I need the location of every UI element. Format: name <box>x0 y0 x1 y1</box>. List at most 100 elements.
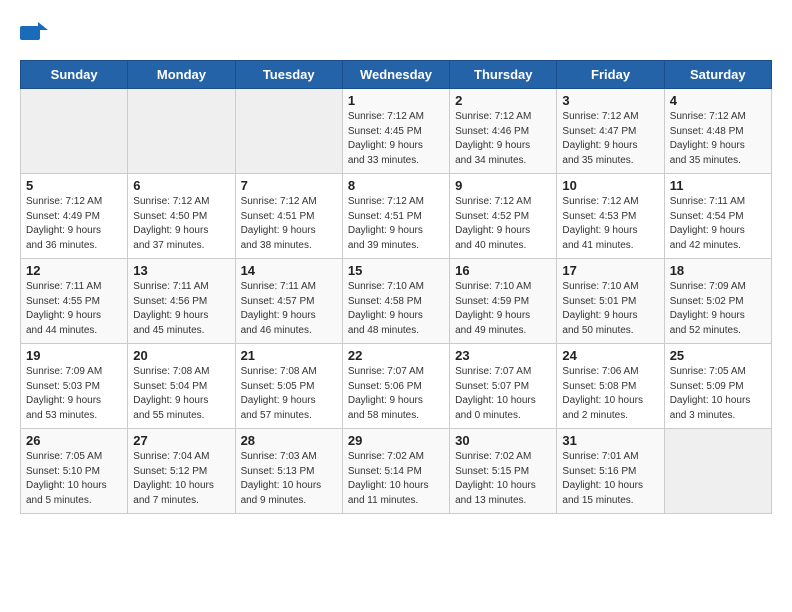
day-number: 18 <box>670 263 766 278</box>
day-info: Sunrise: 7:09 AM Sunset: 5:02 PM Dayligh… <box>670 280 766 338</box>
calendar-cell: 22 Sunrise: 7:07 AM Sunset: 5:06 PM Dayli… <box>342 344 449 429</box>
calendar-cell: 6 Sunrise: 7:12 AM Sunset: 4:50 PM Daylig… <box>128 174 235 259</box>
day-number: 3 <box>562 93 658 108</box>
day-info: Sunrise: 7:11 AM Sunset: 4:55 PM Dayligh… <box>26 280 122 338</box>
day-info: Sunrise: 7:10 AM Sunset: 5:01 PM Dayligh… <box>562 280 658 338</box>
day-number: 16 <box>455 263 551 278</box>
calendar-cell: 8Sunrise: 7:12 AM Sunset: 4:51 PM Daylig… <box>342 174 449 259</box>
day-number: 31 <box>562 433 658 448</box>
calendar-cell: 26 Sunrise: 7:05 AM Sunset: 5:10 PM Dayli… <box>21 429 128 514</box>
day-info: Sunrise: 7:12 AM Sunset: 4:49 PM Dayligh… <box>26 195 122 253</box>
day-info: Sunrise: 7:12 AM Sunset: 4:52 PM Dayligh… <box>455 195 551 253</box>
day-info: Sunrise: 7:03 AM Sunset: 5:13 PM Dayligh… <box>241 450 337 508</box>
calendar-cell <box>664 429 771 514</box>
calendar-cell: 31 Sunrise: 7:01 AM Sunset: 5:16 PM Dayli… <box>557 429 664 514</box>
day-number: 20 <box>133 348 229 363</box>
day-info: Sunrise: 7:12 AM Sunset: 4:51 PM Dayligh… <box>241 195 337 253</box>
calendar-week-row: 19Sunrise: 7:09 AM Sunset: 5:03 PM Dayli… <box>21 344 772 429</box>
day-info: Sunrise: 7:01 AM Sunset: 5:16 PM Dayligh… <box>562 450 658 508</box>
calendar-cell: 27 Sunrise: 7:04 AM Sunset: 5:12 PM Dayli… <box>128 429 235 514</box>
day-number: 17 <box>562 263 658 278</box>
day-number: 11 <box>670 178 766 193</box>
calendar-cell: 9 Sunrise: 7:12 AM Sunset: 4:52 PM Daylig… <box>450 174 557 259</box>
day-number: 7 <box>241 178 337 193</box>
day-info: Sunrise: 7:10 AM Sunset: 4:59 PM Dayligh… <box>455 280 551 338</box>
day-info: Sunrise: 7:06 AM Sunset: 5:08 PM Dayligh… <box>562 365 658 423</box>
day-info: Sunrise: 7:07 AM Sunset: 5:06 PM Dayligh… <box>348 365 444 423</box>
day-info: Sunrise: 7:10 AM Sunset: 4:58 PM Dayligh… <box>348 280 444 338</box>
day-info: Sunrise: 7:11 AM Sunset: 4:57 PM Dayligh… <box>241 280 337 338</box>
calendar-cell: 16 Sunrise: 7:10 AM Sunset: 4:59 PM Dayli… <box>450 259 557 344</box>
day-info: Sunrise: 7:05 AM Sunset: 5:09 PM Dayligh… <box>670 365 766 423</box>
day-info: Sunrise: 7:05 AM Sunset: 5:10 PM Dayligh… <box>26 450 122 508</box>
day-number: 24 <box>562 348 658 363</box>
day-number: 19 <box>26 348 122 363</box>
calendar-cell: 3 Sunrise: 7:12 AM Sunset: 4:47 PM Daylig… <box>557 89 664 174</box>
day-header-friday: Friday <box>557 61 664 89</box>
day-info: Sunrise: 7:12 AM Sunset: 4:45 PM Dayligh… <box>348 110 444 168</box>
calendar-cell: 14Sunrise: 7:11 AM Sunset: 4:57 PM Dayli… <box>235 259 342 344</box>
logo <box>20 20 52 44</box>
calendar-cell: 11 Sunrise: 7:11 AM Sunset: 4:54 PM Dayli… <box>664 174 771 259</box>
calendar-cell: 28 Sunrise: 7:03 AM Sunset: 5:13 PM Dayli… <box>235 429 342 514</box>
calendar-cell: 29 Sunrise: 7:02 AM Sunset: 5:14 PM Dayli… <box>342 429 449 514</box>
calendar-week-row: 5 Sunrise: 7:12 AM Sunset: 4:49 PM Daylig… <box>21 174 772 259</box>
day-header-thursday: Thursday <box>450 61 557 89</box>
day-number: 5 <box>26 178 122 193</box>
calendar-cell: 19Sunrise: 7:09 AM Sunset: 5:03 PM Dayli… <box>21 344 128 429</box>
calendar-week-row: 26 Sunrise: 7:05 AM Sunset: 5:10 PM Dayli… <box>21 429 772 514</box>
calendar-cell: 4 Sunrise: 7:12 AM Sunset: 4:48 PM Daylig… <box>664 89 771 174</box>
day-header-sunday: Sunday <box>21 61 128 89</box>
day-number: 4 <box>670 93 766 108</box>
day-header-monday: Monday <box>128 61 235 89</box>
day-number: 2 <box>455 93 551 108</box>
day-info: Sunrise: 7:08 AM Sunset: 5:05 PM Dayligh… <box>241 365 337 423</box>
calendar-cell: 23 Sunrise: 7:07 AM Sunset: 5:07 PM Dayli… <box>450 344 557 429</box>
day-header-saturday: Saturday <box>664 61 771 89</box>
calendar-cell: 20 Sunrise: 7:08 AM Sunset: 5:04 PM Dayli… <box>128 344 235 429</box>
day-number: 15 <box>348 263 444 278</box>
calendar-cell: 5 Sunrise: 7:12 AM Sunset: 4:49 PM Daylig… <box>21 174 128 259</box>
day-info: Sunrise: 7:12 AM Sunset: 4:48 PM Dayligh… <box>670 110 766 168</box>
calendar-cell: 21Sunrise: 7:08 AM Sunset: 5:05 PM Dayli… <box>235 344 342 429</box>
calendar-cell: 12Sunrise: 7:11 AM Sunset: 4:55 PM Dayli… <box>21 259 128 344</box>
day-info: Sunrise: 7:11 AM Sunset: 4:54 PM Dayligh… <box>670 195 766 253</box>
calendar-cell: 13Sunrise: 7:11 AM Sunset: 4:56 PM Dayli… <box>128 259 235 344</box>
day-number: 9 <box>455 178 551 193</box>
day-info: Sunrise: 7:11 AM Sunset: 4:56 PM Dayligh… <box>133 280 229 338</box>
day-header-tuesday: Tuesday <box>235 61 342 89</box>
day-number: 6 <box>133 178 229 193</box>
calendar-cell <box>21 89 128 174</box>
calendar-cell: 2 Sunrise: 7:12 AM Sunset: 4:46 PM Daylig… <box>450 89 557 174</box>
day-number: 30 <box>455 433 551 448</box>
day-number: 27 <box>133 433 229 448</box>
day-info: Sunrise: 7:08 AM Sunset: 5:04 PM Dayligh… <box>133 365 229 423</box>
day-number: 26 <box>26 433 122 448</box>
calendar-cell <box>128 89 235 174</box>
day-number: 22 <box>348 348 444 363</box>
day-info: Sunrise: 7:04 AM Sunset: 5:12 PM Dayligh… <box>133 450 229 508</box>
calendar-cell: 10Sunrise: 7:12 AM Sunset: 4:53 PM Dayli… <box>557 174 664 259</box>
day-info: Sunrise: 7:12 AM Sunset: 4:47 PM Dayligh… <box>562 110 658 168</box>
day-number: 8 <box>348 178 444 193</box>
day-info: Sunrise: 7:02 AM Sunset: 5:15 PM Dayligh… <box>455 450 551 508</box>
calendar-cell: 30 Sunrise: 7:02 AM Sunset: 5:15 PM Dayli… <box>450 429 557 514</box>
calendar-table: SundayMondayTuesdayWednesdayThursdayFrid… <box>20 60 772 514</box>
calendar-week-row: 1Sunrise: 7:12 AM Sunset: 4:45 PM Daylig… <box>21 89 772 174</box>
day-info: Sunrise: 7:02 AM Sunset: 5:14 PM Dayligh… <box>348 450 444 508</box>
logo-icon <box>20 20 48 44</box>
day-number: 23 <box>455 348 551 363</box>
day-number: 29 <box>348 433 444 448</box>
day-info: Sunrise: 7:07 AM Sunset: 5:07 PM Dayligh… <box>455 365 551 423</box>
day-info: Sunrise: 7:12 AM Sunset: 4:50 PM Dayligh… <box>133 195 229 253</box>
calendar-header-row: SundayMondayTuesdayWednesdayThursdayFrid… <box>21 61 772 89</box>
day-info: Sunrise: 7:12 AM Sunset: 4:46 PM Dayligh… <box>455 110 551 168</box>
day-number: 28 <box>241 433 337 448</box>
day-number: 10 <box>562 178 658 193</box>
day-number: 25 <box>670 348 766 363</box>
day-header-wednesday: Wednesday <box>342 61 449 89</box>
calendar-cell: 7 Sunrise: 7:12 AM Sunset: 4:51 PM Daylig… <box>235 174 342 259</box>
calendar-cell: 15 Sunrise: 7:10 AM Sunset: 4:58 PM Dayli… <box>342 259 449 344</box>
calendar-cell: 24 Sunrise: 7:06 AM Sunset: 5:08 PM Dayli… <box>557 344 664 429</box>
calendar-cell: 17 Sunrise: 7:10 AM Sunset: 5:01 PM Dayli… <box>557 259 664 344</box>
